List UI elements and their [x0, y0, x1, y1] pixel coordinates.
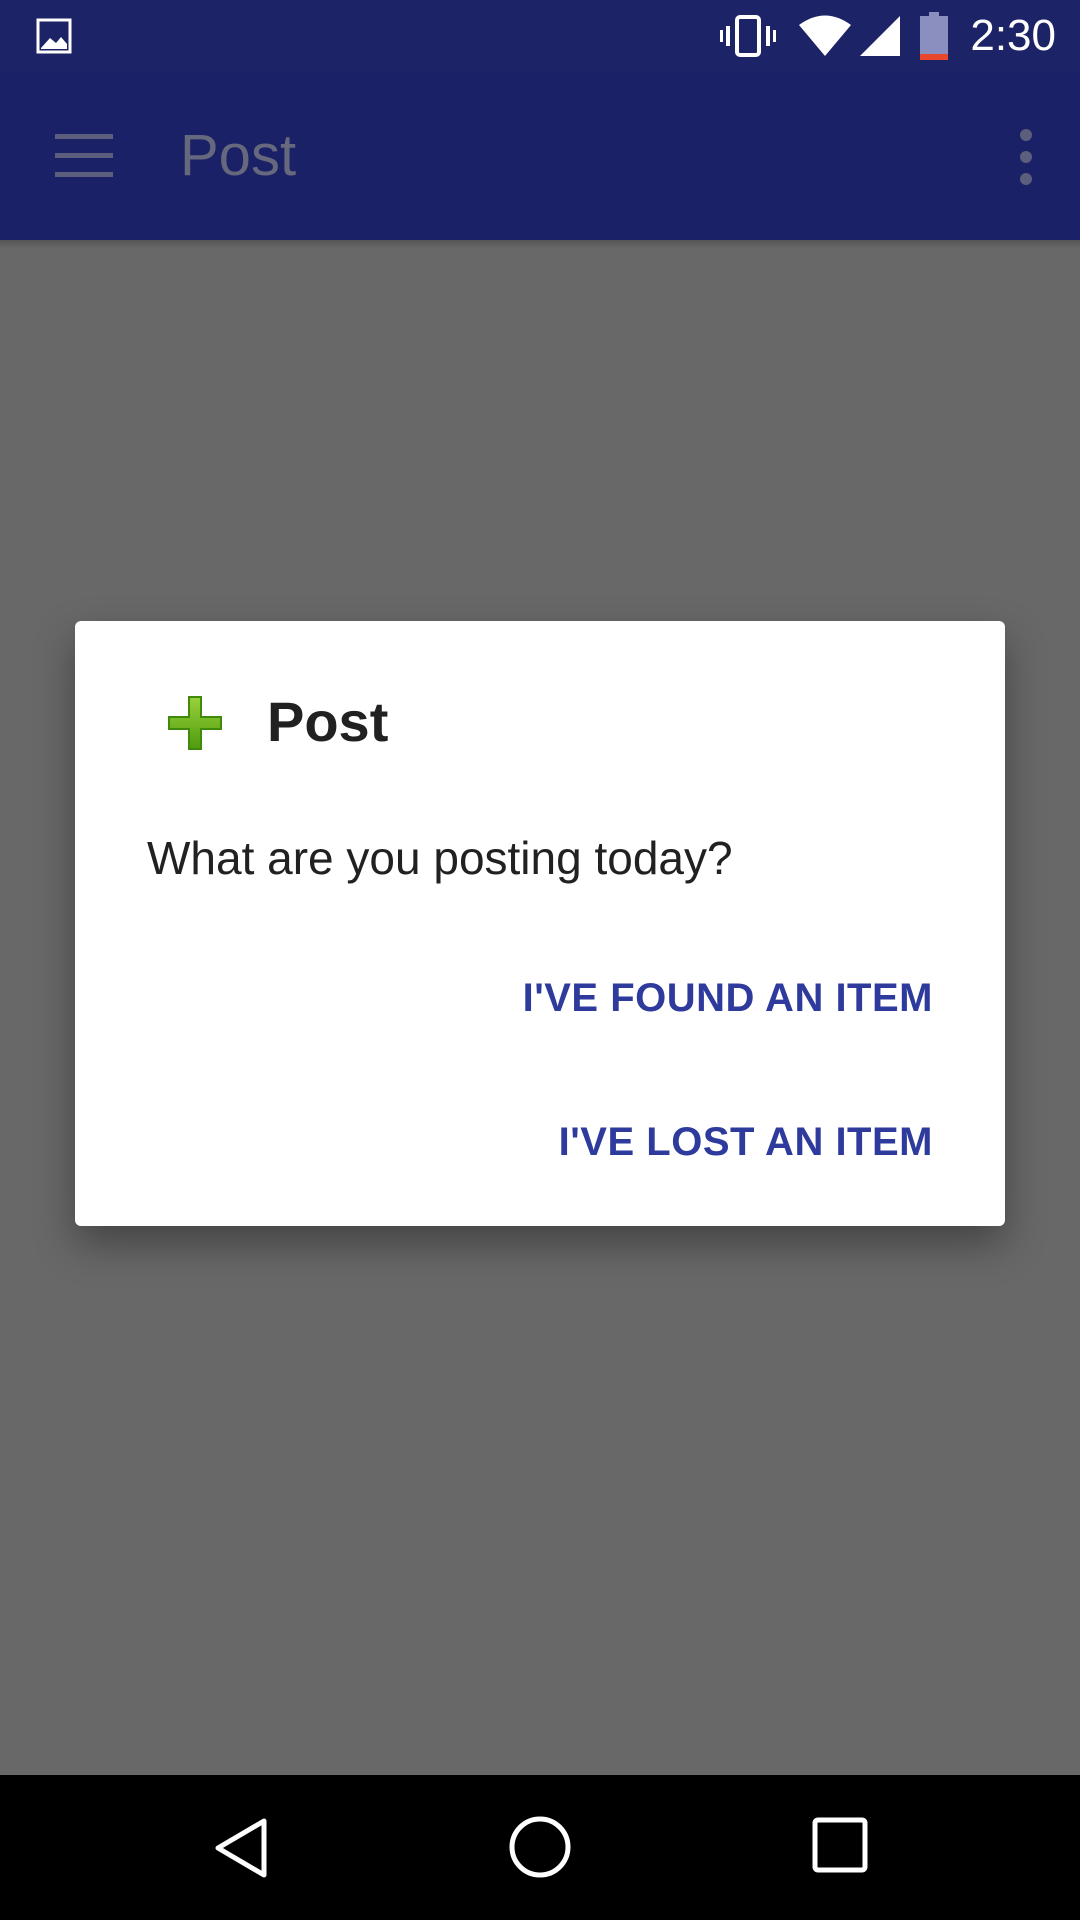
recent-apps-icon[interactable]	[812, 1817, 868, 1873]
green-plus-icon	[168, 696, 222, 750]
lost-item-button[interactable]: I'VE LOST AN ITEM	[559, 1120, 933, 1165]
app-bar: Post	[0, 72, 1080, 240]
found-item-button[interactable]: I'VE FOUND AN ITEM	[523, 976, 933, 1021]
app-bar-title: Post	[180, 123, 297, 188]
navigation-bar	[0, 1775, 1080, 1920]
menu-icon[interactable]	[55, 134, 113, 178]
overflow-menu-icon[interactable]	[1012, 129, 1040, 185]
dialog-title: Post	[267, 690, 389, 753]
dialog-message: What are you posting today?	[147, 832, 733, 884]
image-notification-icon	[36, 18, 72, 54]
back-icon[interactable]	[210, 1815, 276, 1881]
status-bar: 2:30	[0, 0, 1080, 72]
battery-icon	[920, 12, 949, 60]
post-dialog: Post What are you posting today? I'VE FO…	[75, 621, 1005, 1226]
app-bar-shadow	[0, 240, 1080, 248]
vibrate-icon	[720, 15, 777, 57]
status-clock: 2:30	[970, 11, 1056, 60]
home-icon[interactable]	[508, 1815, 572, 1879]
wifi-icon	[799, 15, 852, 56]
cell-signal-icon	[860, 16, 901, 56]
